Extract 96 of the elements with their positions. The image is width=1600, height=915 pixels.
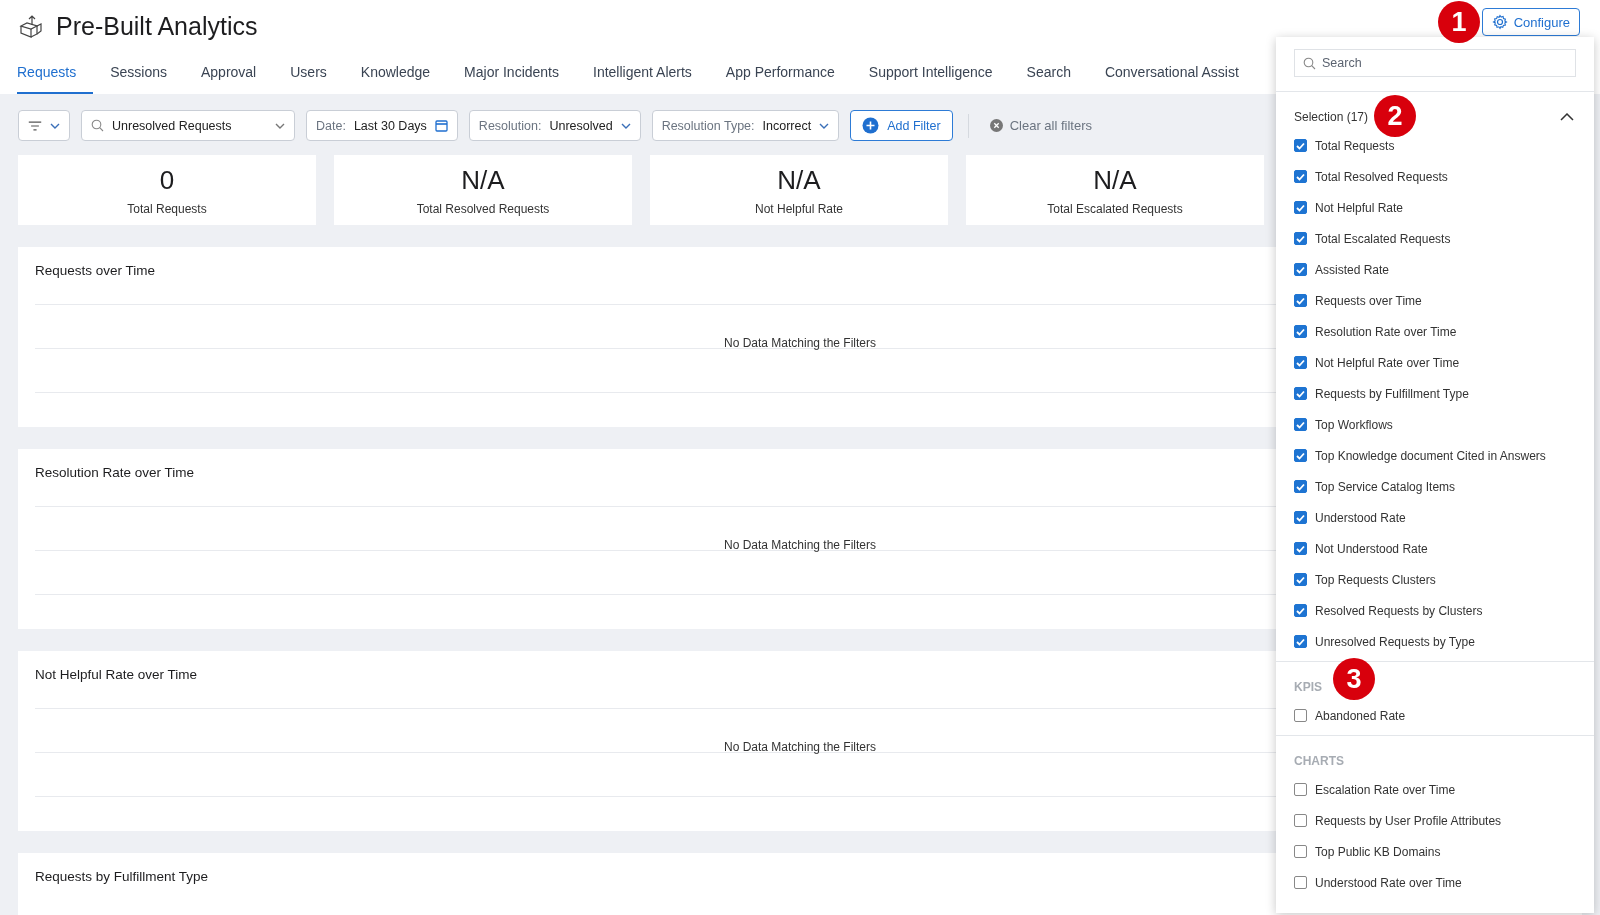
checkbox[interactable]: [1294, 783, 1307, 796]
section-title: Selection (17): [1294, 110, 1369, 124]
date-filter[interactable]: Date: Last 30 Days: [306, 110, 458, 141]
checkbox-label: Total Resolved Requests: [1315, 169, 1448, 184]
checkbox[interactable]: [1294, 542, 1307, 555]
checkbox[interactable]: [1294, 845, 1307, 858]
tab[interactable]: Conversational Assist: [1087, 52, 1256, 94]
tab[interactable]: Intelligent Alerts: [576, 52, 709, 94]
checkbox[interactable]: [1294, 170, 1307, 183]
clear-icon: [989, 119, 1003, 132]
report-select[interactable]: Unresolved Requests: [81, 110, 295, 141]
tab[interactable]: Search: [1009, 52, 1088, 94]
section-title: CHARTS: [1294, 754, 1344, 768]
tab[interactable]: Requests: [17, 52, 94, 94]
kpi-label: Not Helpful Rate: [754, 201, 843, 216]
checkbox-label: Total Escalated Requests: [1315, 231, 1451, 246]
tab[interactable]: App Performance: [708, 52, 852, 94]
checkbox-label: Top Requests Clusters: [1315, 572, 1436, 587]
checkbox[interactable]: [1294, 356, 1307, 369]
empty-message: No Data Matching the Filters: [723, 740, 877, 754]
filter-dropdown[interactable]: Resolution: Unresolved: [468, 110, 641, 141]
calendar-icon: [434, 119, 448, 132]
kpi-label: Total Requests: [127, 201, 207, 216]
checkbox-label: Requests over Time: [1315, 293, 1422, 308]
kpi-value: N/A: [777, 164, 821, 196]
checkbox[interactable]: [1294, 573, 1307, 586]
search-icon: [91, 119, 104, 132]
kpi-value: 0: [159, 164, 175, 196]
chart-title: Not Helpful Rate over Time: [35, 667, 198, 682]
checkbox-label: Abandoned Rate: [1315, 708, 1406, 723]
chevron-down-icon: [819, 122, 830, 129]
clear-filters-link[interactable]: Clear all filters: [983, 117, 1099, 134]
checkbox[interactable]: [1294, 294, 1307, 307]
checkbox[interactable]: [1294, 387, 1307, 400]
checkbox[interactable]: [1294, 604, 1307, 617]
configure-button[interactable]: Configure: [1481, 8, 1580, 36]
checkbox[interactable]: [1294, 709, 1307, 722]
kpi-label: Total Resolved Requests: [416, 201, 550, 216]
filter-icon: [28, 119, 42, 132]
checkbox[interactable]: [1294, 201, 1307, 214]
checkbox-label: Requests by Fulfillment Type: [1315, 386, 1469, 401]
checkbox-label: Not Helpful Rate: [1315, 200, 1404, 215]
checkbox[interactable]: [1294, 480, 1307, 493]
chart-title: Requests over Time: [35, 263, 156, 278]
box-upload-icon: [18, 13, 44, 39]
chevron-up-icon[interactable]: [1558, 111, 1576, 123]
checkbox-label: Total Requests: [1315, 138, 1395, 153]
checkbox-label: Resolved Requests by Clusters: [1315, 603, 1483, 618]
empty-message: No Data Matching the Filters: [723, 538, 877, 552]
chart-title: Resolution Rate over Time: [35, 465, 195, 480]
checkbox[interactable]: [1294, 814, 1307, 827]
chevron-down-icon: [275, 122, 285, 129]
checkbox-label: Requests by User Profile Attributes: [1315, 813, 1502, 828]
checkbox-label: Not Understood Rate: [1315, 541, 1428, 556]
empty-message: No Data Matching the Filters: [723, 336, 877, 350]
section-title: KPIS: [1294, 680, 1322, 694]
checkbox-label: Top Knowledge document Cited in Answers: [1315, 448, 1546, 463]
chevron-down-icon: [50, 122, 60, 129]
checkbox[interactable]: [1294, 418, 1307, 431]
checkbox[interactable]: [1294, 511, 1307, 524]
checkbox-label: Top Workflows: [1315, 417, 1393, 432]
checkbox[interactable]: [1294, 876, 1307, 889]
tab[interactable]: Users: [273, 52, 344, 94]
checkbox-label: Top Public KB Domains: [1315, 844, 1441, 859]
checkbox-label: Not Helpful Rate over Time: [1315, 355, 1460, 370]
checkbox-label: Top Service Catalog Items: [1315, 479, 1456, 494]
checkbox-label: Unresolved Requests by Type: [1315, 634, 1475, 649]
checkbox[interactable]: [1294, 325, 1307, 338]
checkbox-label: Understood Rate: [1315, 510, 1406, 525]
kpi-label: Total Escalated Requests: [1047, 201, 1183, 216]
plus-icon: [862, 117, 880, 134]
add-filter-button[interactable]: Add Filter: [850, 110, 953, 141]
callout-badge: 3: [1333, 658, 1375, 700]
tab[interactable]: Major Incidents: [447, 52, 576, 94]
search-field[interactable]: Search: [1294, 49, 1576, 77]
checkbox[interactable]: [1294, 449, 1307, 462]
checkbox[interactable]: [1294, 635, 1307, 648]
checkbox[interactable]: [1294, 139, 1307, 152]
tab[interactable]: Approval: [183, 52, 274, 94]
checkbox[interactable]: [1294, 232, 1307, 245]
callout-badge: 2: [1374, 95, 1416, 137]
settings-icon: [1491, 14, 1508, 30]
tab[interactable]: Knowledge: [343, 52, 448, 94]
checkbox-label: Escalation Rate over Time: [1315, 782, 1456, 797]
page-title: Pre-Built Analytics: [56, 11, 258, 41]
kpi-value: N/A: [1093, 164, 1137, 196]
tab[interactable]: Support Intelligence: [851, 52, 1010, 94]
chevron-down-icon: [620, 122, 631, 129]
checkbox-label: Understood Rate over Time: [1315, 875, 1462, 890]
chart-title: Requests by Fulfillment Type: [35, 869, 209, 884]
checkbox-label: Assisted Rate: [1315, 262, 1390, 277]
kpi-value: N/A: [461, 164, 505, 196]
filter-dropdown[interactable]: Resolution Type: Incorrect: [651, 110, 840, 141]
checkbox[interactable]: [1294, 263, 1307, 276]
tab[interactable]: Sessions: [93, 52, 184, 94]
checkbox-label: Resolution Rate over Time: [1315, 324, 1457, 339]
